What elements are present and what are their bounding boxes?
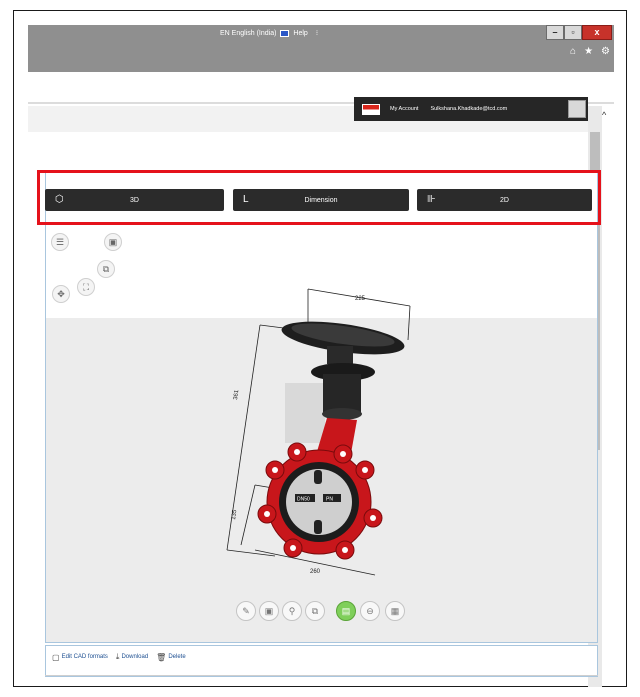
layers-tool-icon[interactable]: ⧉	[97, 260, 115, 278]
flag-icon[interactable]	[362, 103, 380, 115]
model-backdrop	[285, 383, 325, 443]
delete-label: Delete	[168, 654, 186, 660]
measure-view-icon[interactable]: ⚲	[282, 601, 302, 621]
dimension-left-label: 361	[233, 389, 240, 400]
download-icon: ⤓	[115, 652, 120, 661]
dimension-top-label: 225	[355, 296, 366, 302]
dimension-lower-left-label: 135	[231, 509, 238, 520]
language-label[interactable]: EN English (India)	[220, 30, 276, 37]
browser-title-bar: EN English (India) Help ⁝ – ▫ x ⌂ ★ ⚙	[28, 25, 614, 72]
action-divider	[45, 675, 598, 676]
layer-view-icon[interactable]: ⧉	[305, 601, 325, 621]
menu-tool-icon[interactable]: ☰	[51, 233, 69, 251]
edit-icon: ▢	[52, 652, 60, 662]
disc-label-right: PN	[326, 497, 333, 503]
edit-view-icon[interactable]: ✎	[236, 601, 256, 621]
home-icon[interactable]: ⌂	[570, 46, 576, 57]
dimension-bottom-label: 260	[310, 569, 321, 575]
view-mode-2d-label: 2D	[500, 196, 509, 204]
disc-slot-top	[314, 470, 322, 484]
valve-stem	[327, 346, 353, 364]
iso-view-icon[interactable]: ▤	[336, 601, 356, 621]
cube-tool-icon[interactable]: ▣	[104, 233, 122, 251]
view-mode-3d-button[interactable]: ⬡ 3D	[45, 189, 224, 211]
edit-cad-formats-label: Edit CAD formats	[61, 654, 108, 660]
settings-icon[interactable]: ⚙	[601, 46, 610, 57]
view-mode-dimension-label: Dimension	[304, 196, 338, 204]
view-mode-3d-label: 3D	[130, 196, 139, 204]
help-icon	[280, 29, 290, 37]
close-button[interactable]: x	[582, 25, 612, 40]
user-email[interactable]: Sulkshana.Khadkade@tcd.com	[430, 106, 507, 112]
edit-cad-formats-link[interactable]: ▢ Edit CAD formats	[52, 652, 108, 662]
view-mode-2d-button[interactable]: ⊪ 2D	[417, 189, 592, 211]
avatar[interactable]	[568, 100, 586, 118]
valve-model[interactable]: 225 361 135 260 DN50 PN	[215, 280, 415, 580]
minimize-button[interactable]: –	[546, 25, 564, 40]
my-account-link[interactable]: My Account	[390, 106, 418, 112]
cube-icon: ⬡	[55, 194, 64, 205]
language-selector[interactable]: EN English (India) Help ⁝	[220, 29, 318, 37]
wireframe-view-icon[interactable]: ▦	[385, 601, 405, 621]
section-view-icon[interactable]: ⊖	[360, 601, 380, 621]
fit-view-tool-icon[interactable]: ⛶	[77, 278, 95, 296]
disc-slot-bottom	[314, 520, 322, 534]
download-label: Download	[121, 654, 149, 660]
favorites-icon[interactable]: ★	[584, 46, 593, 57]
download-link[interactable]: ⤓ Download	[116, 652, 148, 662]
dimension-icon: L	[243, 194, 249, 205]
more-icon[interactable]: ⁝	[316, 29, 318, 37]
user-bar: My Account Sulkshana.Khadkade@tcd.com	[354, 97, 588, 121]
scroll-up-icon[interactable]: ^	[602, 110, 606, 120]
front-view-icon[interactable]: ▣	[259, 601, 279, 621]
help-link[interactable]: Help	[293, 30, 307, 37]
drawing-icon: ⊪	[427, 194, 436, 205]
delete-link[interactable]: 🗑 Delete	[156, 652, 186, 662]
disc-label-left: DN50	[297, 497, 310, 503]
maximize-button[interactable]: ▫	[564, 25, 582, 40]
view-mode-dimension-button[interactable]: L Dimension	[233, 189, 409, 211]
delete-icon: 🗑	[156, 652, 167, 662]
pan-tool-icon[interactable]: ✥	[52, 285, 70, 303]
